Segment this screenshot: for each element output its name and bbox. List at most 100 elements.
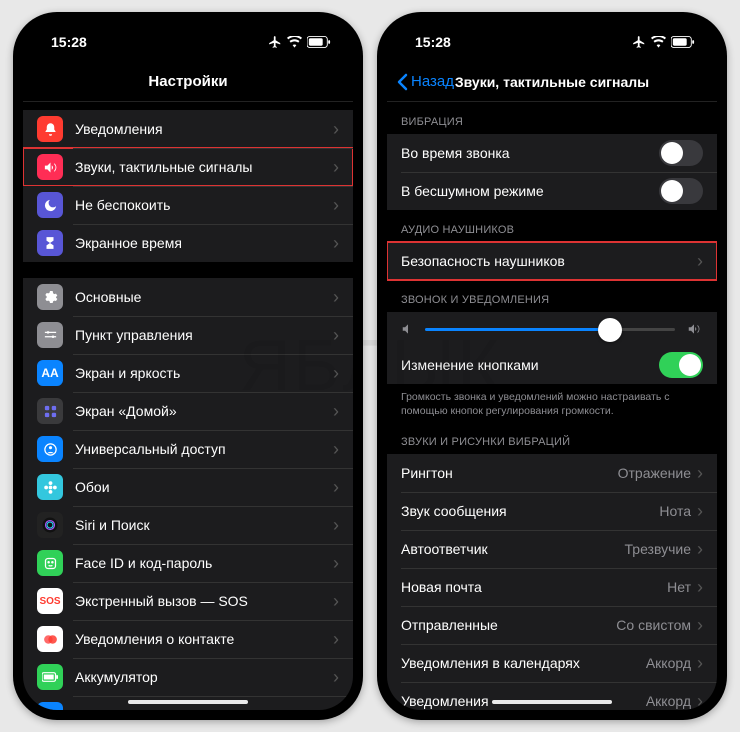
toggle-ring[interactable] (659, 140, 703, 166)
row-text-tone[interactable]: Звук сообщенияНота› (387, 492, 717, 530)
chevron-right-icon: › (697, 252, 703, 270)
battery-icon (37, 664, 63, 690)
back-button[interactable]: Назад (397, 73, 454, 91)
row-label: Конфиденциальность (75, 707, 333, 710)
chevron-right-icon: › (697, 464, 703, 482)
row-calendar[interactable]: Уведомления в календаряхАккорд › (387, 644, 717, 682)
settings-row-dnd[interactable]: Не беспокоить› (23, 186, 353, 224)
home-screen-icon (37, 398, 63, 424)
chevron-right-icon: › (333, 120, 339, 138)
row-ring[interactable]: Во время звонка (387, 134, 717, 172)
row-label: Не беспокоить (75, 197, 333, 213)
chevron-right-icon: › (333, 288, 339, 306)
settings-row-faceid[interactable]: Face ID и код-пароль› (23, 544, 353, 582)
settings-row-exposure[interactable]: Уведомления о контакте› (23, 620, 353, 658)
back-label: Назад (411, 73, 454, 90)
chevron-right-icon: › (697, 540, 703, 558)
phone-left: 15:28 Настройки Уведомления›Звуки, такти… (13, 12, 363, 720)
status-icons (632, 35, 695, 49)
chevron-right-icon: › (697, 616, 703, 634)
settings-row-display[interactable]: AAЭкран и яркость› (23, 354, 353, 392)
nav-bar-left: Настройки (23, 62, 353, 102)
toggle-change-with-buttons[interactable] (659, 352, 703, 378)
row-label: Уведомления в календарях (401, 655, 646, 671)
row-value: Со свистом (616, 617, 691, 633)
display-icon: AA (37, 360, 63, 386)
settings-row-general[interactable]: Основные› (23, 278, 353, 316)
battery-icon (671, 36, 695, 48)
row-label: Автоответчик (401, 541, 625, 557)
settings-row-accessibility[interactable]: Универсальный доступ› (23, 430, 353, 468)
faceid-icon (37, 550, 63, 576)
row-label: Экран «Домой» (75, 403, 333, 419)
settings-row-sounds[interactable]: Звуки, тактильные сигналы› (23, 148, 353, 186)
notch (113, 12, 263, 36)
row-change-with-buttons[interactable]: Изменение кнопками (387, 346, 717, 384)
row-label: Аккумулятор (75, 669, 333, 685)
slider-thumb[interactable] (598, 318, 622, 342)
status-time: 15:28 (51, 34, 87, 50)
row-voicemail[interactable]: АвтоответчикТрезвучие› (387, 530, 717, 568)
home-indicator[interactable] (128, 700, 248, 704)
status-time: 15:28 (415, 34, 451, 50)
row-headphone-safety[interactable]: Безопасность наушников› (387, 242, 717, 280)
ringer-footer: Громкость звонка и уведомлений можно нас… (387, 384, 717, 422)
settings-row-screentime[interactable]: Экранное время› (23, 224, 353, 262)
settings-row-notifications[interactable]: Уведомления› (23, 110, 353, 148)
chevron-right-icon: › (333, 478, 339, 496)
row-value: Отражение (618, 465, 691, 481)
ringer-volume-slider[interactable] (387, 312, 717, 346)
toggle-silent[interactable] (659, 178, 703, 204)
sos-icon: SOS (37, 588, 63, 614)
notch (477, 12, 627, 36)
home-indicator[interactable] (492, 700, 612, 704)
sounds-patterns-header: ЗВУКИ И РИСУНКИ ВИБРАЦИЙ (387, 422, 717, 454)
settings-row-siri[interactable]: Siri и Поиск› (23, 506, 353, 544)
phone-right: 15:28 Назад Звуки, тактильные сигналы ВИ… (377, 12, 727, 720)
screentime-icon (37, 230, 63, 256)
settings-list[interactable]: Уведомления›Звуки, тактильные сигналы›Не… (23, 102, 353, 710)
row-value: Нет (667, 579, 691, 595)
airplane-icon (632, 35, 646, 49)
exposure-icon (37, 626, 63, 652)
slider-track[interactable] (425, 328, 675, 331)
settings-row-wallpaper[interactable]: Обои› (23, 468, 353, 506)
chevron-right-icon: › (333, 158, 339, 176)
chevron-right-icon: › (333, 668, 339, 686)
settings-row-battery[interactable]: Аккумулятор› (23, 658, 353, 696)
settings-row-control-center[interactable]: Пункт управления› (23, 316, 353, 354)
row-silent[interactable]: В бесшумном режиме (387, 172, 717, 210)
settings-row-home-screen[interactable]: Экран «Домой»› (23, 392, 353, 430)
row-label: Изменение кнопками (401, 357, 659, 373)
row-label: Звуки, тактильные сигналы (75, 159, 333, 175)
row-new-mail[interactable]: Новая почтаНет› (387, 568, 717, 606)
row-reminders[interactable]: УведомленияАккорд› (387, 682, 717, 710)
row-sent-mail[interactable]: ОтправленныеСо свистом › (387, 606, 717, 644)
chevron-right-icon: › (333, 630, 339, 648)
row-label: Рингтон (401, 465, 618, 481)
chevron-right-icon: › (333, 326, 339, 344)
row-label: В бесшумном режиме (401, 183, 659, 199)
accessibility-icon (37, 436, 63, 462)
row-label: Безопасность наушников (401, 253, 697, 269)
wifi-icon (651, 36, 666, 48)
page-title: Настройки (148, 73, 227, 90)
row-label: Экранное время (75, 235, 333, 251)
row-label: Пункт управления (75, 327, 333, 343)
row-label: Универсальный доступ (75, 441, 333, 457)
chevron-left-icon (397, 73, 408, 91)
vibration-header: ВИБРАЦИЯ (387, 102, 717, 134)
row-label: Отправленные (401, 617, 616, 633)
row-value: Аккорд (646, 655, 691, 671)
status-icons (268, 35, 331, 49)
sounds-settings-list[interactable]: ВИБРАЦИЯВо время звонка В бесшумном режим… (387, 102, 717, 710)
chevron-right-icon: › (333, 402, 339, 420)
settings-row-sos[interactable]: SOSЭкстренный вызов — SOS› (23, 582, 353, 620)
row-value: Аккорд (646, 693, 691, 709)
chevron-right-icon: › (697, 654, 703, 672)
screen-left: 15:28 Настройки Уведомления›Звуки, такти… (23, 22, 353, 710)
airplane-icon (268, 35, 282, 49)
chevron-right-icon: › (333, 196, 339, 214)
row-ringtone[interactable]: РингтонОтражение › (387, 454, 717, 492)
wallpaper-icon (37, 474, 63, 500)
